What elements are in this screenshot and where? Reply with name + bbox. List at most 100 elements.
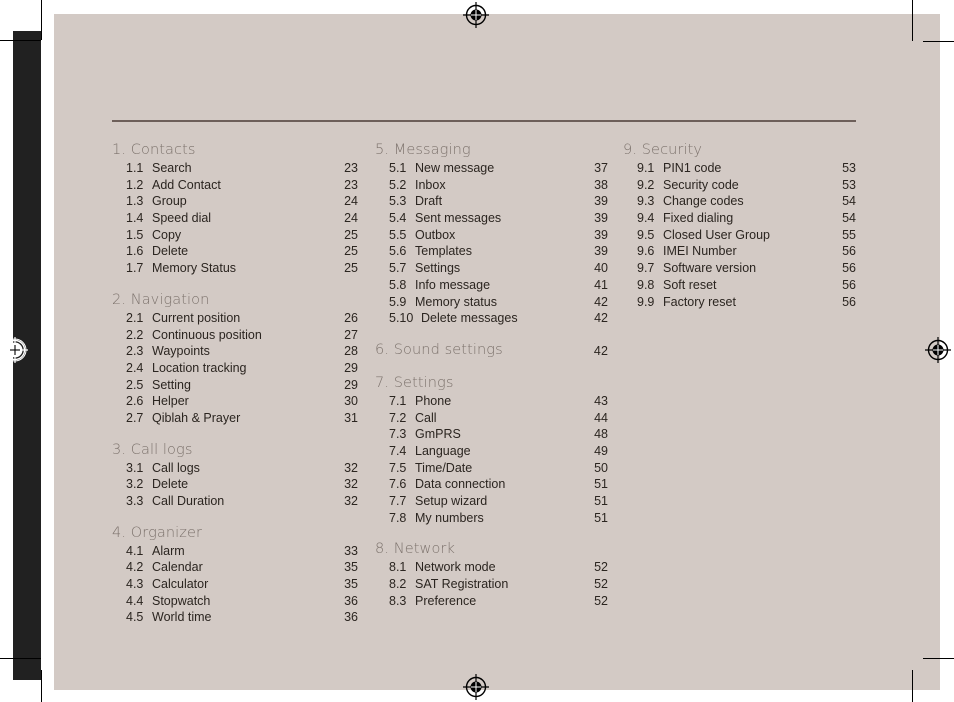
header-rule [112, 120, 856, 122]
toc-entry[interactable]: 9.5 Closed User Group 55 [623, 227, 856, 244]
toc-entry-label: Software version [663, 261, 757, 276]
toc-entry-page-number: 39 [594, 227, 608, 242]
toc-entry[interactable]: 9.8 Soft reset 56 [623, 277, 856, 294]
toc-entry[interactable]: 9.2 Security code 53 [623, 177, 856, 194]
toc-entry-page-number: 50 [594, 460, 608, 475]
toc-entry[interactable]: 5.1 New message 37 [375, 160, 608, 177]
toc-section-heading[interactable]: 8. Network [375, 539, 608, 559]
toc-entry[interactable]: 5.9 Memory status 42 [375, 294, 608, 311]
toc-entry[interactable]: 5.5 Outbox 39 [375, 227, 608, 244]
toc-entry-page-number: 25 [344, 227, 358, 242]
toc-section-heading[interactable]: 9. Security [623, 140, 856, 160]
toc-entry-label: Continuous position [152, 327, 262, 342]
toc-section-heading[interactable]: 3. Call logs [112, 440, 360, 460]
toc-entry[interactable]: 7.5 Time/Date 50 [375, 460, 608, 477]
toc-entry[interactable]: 2.6 Helper 30 [112, 393, 360, 410]
toc-entry[interactable]: 2.3 Waypoints 28 [112, 343, 360, 360]
toc-section-title: 3. Call logs [112, 441, 193, 458]
toc-entry[interactable]: 1.4 Speed dial 24 [112, 210, 360, 227]
toc-entry[interactable]: 1.5 Copy 25 [112, 227, 360, 244]
toc-entry[interactable]: 7.6 Data connection 51 [375, 476, 608, 493]
toc-entry-page-number: 24 [344, 211, 358, 226]
toc-entry[interactable]: 9.7 Software version 56 [623, 260, 856, 277]
toc-section-heading[interactable]: 4. Organizer [112, 523, 360, 543]
toc-entry[interactable]: 1.6 Delete 25 [112, 243, 360, 260]
toc-section-heading[interactable]: 6. Sound settings 42 [375, 340, 608, 360]
toc-entry[interactable]: 2.2 Continuous position 27 [112, 327, 360, 344]
toc-entry-label: New message [415, 161, 495, 175]
toc-section-heading[interactable]: 5. Messaging [375, 140, 608, 160]
toc-entry-page-number: 24 [344, 194, 358, 209]
toc-entry[interactable]: 7.7 Setup wizard 51 [375, 493, 608, 510]
toc-entry[interactable]: 1.7 Memory Status 25 [112, 260, 360, 277]
toc-entry-number: 1.1 [126, 161, 144, 175]
toc-entry[interactable]: 4.3 Calculator 35 [112, 576, 360, 593]
toc-entry-label: Time/Date [415, 460, 473, 475]
toc-entry-number: 4.3 [126, 577, 144, 592]
toc-entry-label: Speed dial [152, 211, 212, 226]
toc-entry[interactable]: 7.1 Phone 43 [375, 393, 608, 410]
toc-section-heading[interactable]: 7. Settings [375, 373, 608, 393]
toc-entry-label: PIN1 code [663, 161, 722, 175]
toc-entry[interactable]: 7.2 Call 44 [375, 410, 608, 427]
column-2: 5. Messaging 5.1 New message 37 5.2 Inbox 38 5.… [360, 140, 608, 626]
toc-entry-label: Settings [415, 261, 461, 276]
toc-entry-number: 4.4 [126, 593, 144, 608]
toc-entry-number: 2.4 [126, 360, 144, 375]
toc-entry-number: 1.4 [126, 211, 144, 226]
toc-section-title: 1. Contacts [112, 142, 196, 158]
toc-entry[interactable]: 9.4 Fixed dialing 54 [623, 210, 856, 227]
toc-entry[interactable]: 4.4 Stopwatch 36 [112, 593, 360, 610]
toc-entry[interactable]: 3.2 Delete 32 [112, 476, 360, 493]
toc-entry[interactable]: 2.5 Setting 29 [112, 377, 360, 394]
toc-entry-page-number: 39 [594, 194, 608, 209]
toc-entry[interactable]: 5.6 Templates 39 [375, 243, 608, 260]
toc-entry[interactable]: 5.7 Settings 40 [375, 260, 608, 277]
toc-entry[interactable]: 5.8 Info message 41 [375, 277, 608, 294]
toc-entry[interactable]: 9.3 Change codes 54 [623, 193, 856, 210]
toc-entry[interactable]: 1.2 Add Contact 23 [112, 177, 360, 194]
toc-entry-number: 5.10 [389, 311, 414, 326]
toc-section-heading[interactable]: 1. Contacts [112, 140, 360, 160]
toc-entry-label: Search [152, 161, 192, 175]
toc-entry[interactable]: 9.9 Factory reset 56 [623, 294, 856, 311]
toc-entry[interactable]: 3.1 Call logs 32 [112, 460, 360, 477]
toc-entry-page-number: 25 [344, 261, 358, 276]
toc-entry[interactable]: 5.4 Sent messages 39 [375, 210, 608, 227]
toc-entry[interactable]: 8.3 Preference 52 [375, 593, 608, 610]
toc-entry-page-number: 32 [344, 460, 358, 475]
toc-entry-label: Security code [663, 177, 739, 192]
toc-entry[interactable]: 7.8 My numbers 51 [375, 510, 608, 527]
toc-entry-label: Delete [152, 244, 189, 259]
toc-entry-label: Alarm [152, 543, 185, 558]
toc-entry[interactable]: 4.2 Calendar 35 [112, 559, 360, 576]
toc-section-heading[interactable]: 2. Navigation [112, 290, 360, 310]
toc-entry[interactable]: 2.1 Current position 26 [112, 310, 360, 327]
toc-entry-page-number: 56 [842, 261, 856, 276]
toc-entry-label: Soft reset [663, 277, 717, 292]
toc-entry[interactable]: 9.6 IMEI Number 56 [623, 243, 856, 260]
toc-entry-label: SAT Registration [415, 577, 509, 592]
toc-entry[interactable]: 5.3 Draft 39 [375, 193, 608, 210]
toc-entry[interactable]: 8.1 Network mode 52 [375, 559, 608, 576]
toc-entry[interactable]: 4.1 Alarm 33 [112, 543, 360, 560]
toc-entry[interactable]: 1.1 Search 23 [112, 160, 360, 177]
toc-entry[interactable]: 2.4 Location tracking 29 [112, 360, 360, 377]
toc-entry[interactable]: 9.1 PIN1 code 53 [623, 160, 856, 177]
toc-entry-label: Copy [152, 227, 182, 242]
toc-entry-label: My numbers [415, 510, 484, 525]
toc-entry-page-number: 26 [344, 310, 358, 325]
toc-entry[interactable]: 1.3 Group 24 [112, 193, 360, 210]
toc-entry[interactable]: 4.5 World time 36 [112, 609, 360, 626]
table-of-contents: 1. Contacts 1.1 Search 23 1.2 Add Contact 23 1.… [112, 120, 857, 626]
toc-entry[interactable]: 5.10 Delete messages 42 [375, 310, 608, 327]
toc-entry-page-number: 30 [344, 394, 358, 409]
column-3: 9. Security 9.1 PIN1 code 53 9.2 Security cod… [608, 140, 856, 626]
toc-entry[interactable]: 3.3 Call Duration 32 [112, 493, 360, 510]
toc-entry-page-number: 29 [344, 360, 358, 375]
toc-entry[interactable]: 8.2 SAT Registration 52 [375, 576, 608, 593]
toc-entry[interactable]: 7.3 GmPRS 48 [375, 426, 608, 443]
toc-entry[interactable]: 5.2 Inbox 38 [375, 177, 608, 194]
toc-entry[interactable]: 2.7 Qiblah & Prayer 31 [112, 410, 360, 427]
toc-entry[interactable]: 7.4 Language 49 [375, 443, 608, 460]
